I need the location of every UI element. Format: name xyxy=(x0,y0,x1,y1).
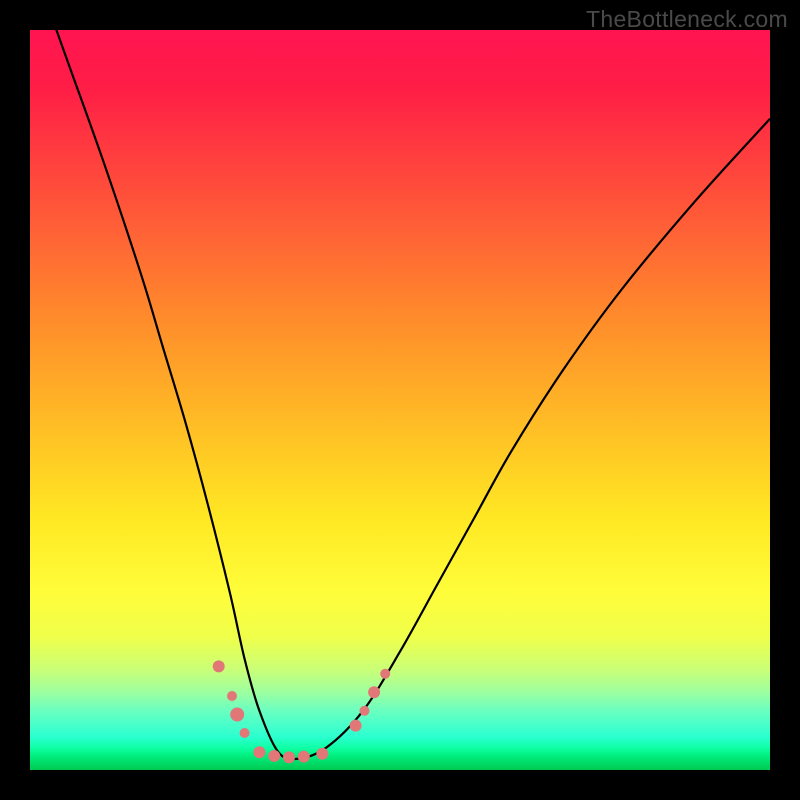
curve-marker xyxy=(283,751,295,763)
curve-marker xyxy=(368,686,380,698)
watermark-text: TheBottleneck.com xyxy=(586,6,788,33)
curve-marker xyxy=(298,751,310,763)
curve-marker xyxy=(380,669,390,679)
curve-marker xyxy=(350,720,362,732)
chart-container: TheBottleneck.com xyxy=(0,0,800,800)
bottleneck-curve xyxy=(30,0,770,759)
plot-area xyxy=(30,30,770,770)
curve-marker xyxy=(359,706,369,716)
curve-marker xyxy=(253,746,265,758)
curve-marker xyxy=(240,728,250,738)
curve-marker xyxy=(213,660,225,672)
curve-marker xyxy=(227,691,237,701)
curve-marker xyxy=(268,750,280,762)
curve-markers xyxy=(213,660,391,763)
curve-marker xyxy=(316,748,328,760)
curve-marker xyxy=(230,708,244,722)
bottleneck-curve-svg xyxy=(30,30,770,770)
